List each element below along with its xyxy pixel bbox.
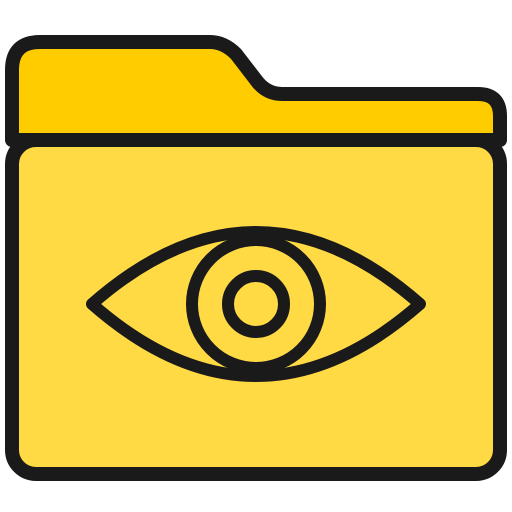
folder-eye-graphic: [5, 35, 507, 481]
folder-front-icon: [5, 133, 507, 481]
folder-eye-icon: [0, 0, 512, 512]
folder-back-icon: [5, 35, 507, 147]
